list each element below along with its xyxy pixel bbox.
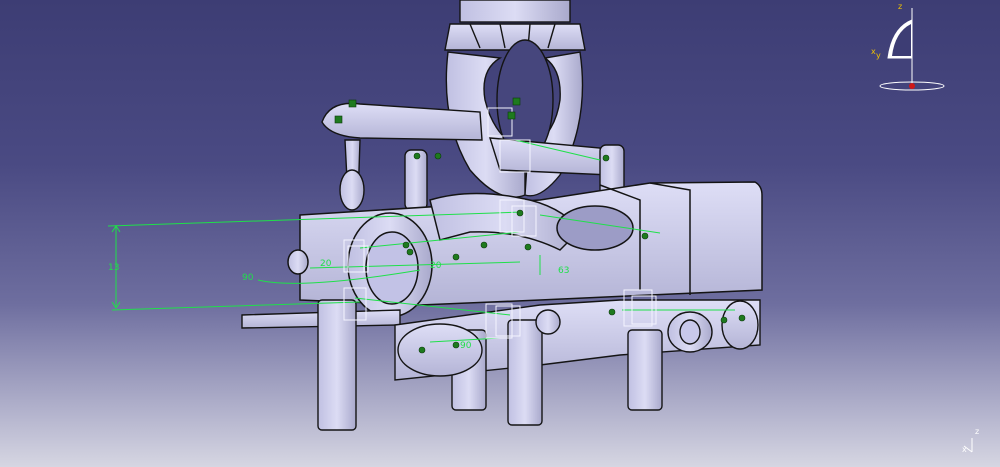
bottom-note-dimension[interactable]: 90 <box>460 341 472 351</box>
assembly-scene[interactable]: 13 90 20 20 63 90 z x y z x <box>0 0 1000 467</box>
corner-x-label: x <box>962 445 967 454</box>
compass-icon[interactable]: z x y <box>871 2 945 91</box>
corner-z-label: z <box>975 427 979 436</box>
left-note-dimension[interactable]: 20 <box>320 259 332 269</box>
angle-dimension[interactable]: 90 <box>242 273 254 283</box>
height-dimension[interactable]: 13 <box>108 263 119 273</box>
compass-z-label: z <box>898 2 902 11</box>
compass-y-label: y <box>876 51 881 60</box>
3d-viewport[interactable]: 13 90 20 20 63 90 z x y z x <box>0 0 1000 467</box>
corner-axis-icon: z x <box>962 427 979 454</box>
right-dimension[interactable]: 63 <box>558 266 569 276</box>
center-note-dimension[interactable]: 20 <box>430 261 442 271</box>
